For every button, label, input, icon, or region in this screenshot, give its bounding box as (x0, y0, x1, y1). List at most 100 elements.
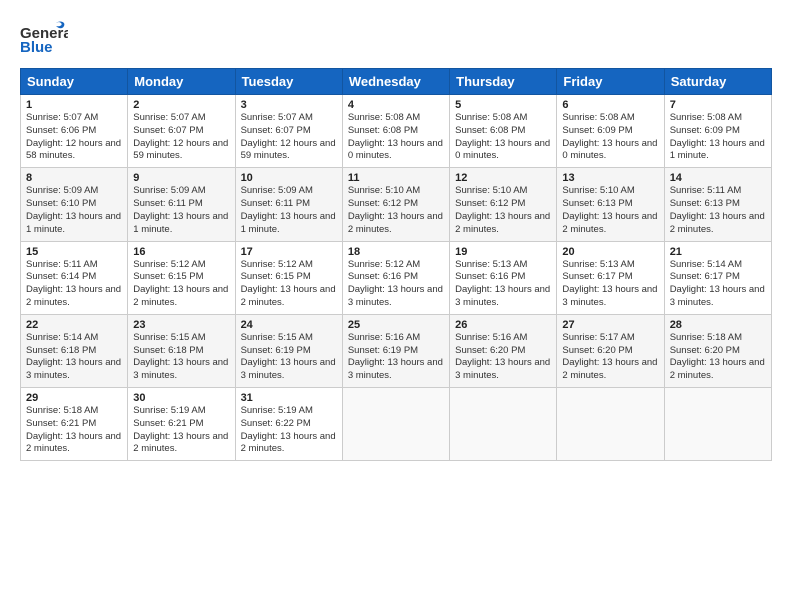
sunset-label: Sunset: 6:20 PM (670, 345, 740, 356)
sunrise-label: Sunrise: 5:19 AM (241, 405, 313, 416)
sunset-label: Sunset: 6:09 PM (562, 125, 632, 136)
calendar-cell (450, 388, 557, 461)
sunrise-label: Sunrise: 5:08 AM (455, 112, 527, 123)
sunset-label: Sunset: 6:11 PM (133, 198, 203, 209)
day-info: Sunrise: 5:08 AM Sunset: 6:09 PM Dayligh… (670, 112, 766, 163)
calendar-cell: 27 Sunrise: 5:17 AM Sunset: 6:20 PM Dayl… (557, 314, 664, 387)
calendar-cell: 29 Sunrise: 5:18 AM Sunset: 6:21 PM Dayl… (21, 388, 128, 461)
sunrise-label: Sunrise: 5:11 AM (670, 185, 742, 196)
daylight-label: Daylight: 13 hours and 2 minutes. (562, 211, 657, 235)
daylight-label: Daylight: 13 hours and 3 minutes. (348, 357, 443, 381)
calendar-cell: 9 Sunrise: 5:09 AM Sunset: 6:11 PM Dayli… (128, 168, 235, 241)
day-number: 3 (241, 99, 337, 111)
daylight-label: Daylight: 12 hours and 58 minutes. (26, 138, 121, 162)
daylight-label: Daylight: 13 hours and 2 minutes. (241, 284, 336, 308)
day-info: Sunrise: 5:11 AM Sunset: 6:14 PM Dayligh… (26, 259, 122, 310)
calendar-cell: 2 Sunrise: 5:07 AM Sunset: 6:07 PM Dayli… (128, 95, 235, 168)
day-info: Sunrise: 5:10 AM Sunset: 6:12 PM Dayligh… (348, 185, 444, 236)
sunset-label: Sunset: 6:09 PM (670, 125, 740, 136)
sunrise-label: Sunrise: 5:18 AM (670, 332, 742, 343)
day-number: 22 (26, 319, 122, 331)
calendar-week-row: 22 Sunrise: 5:14 AM Sunset: 6:18 PM Dayl… (21, 314, 772, 387)
day-info: Sunrise: 5:12 AM Sunset: 6:16 PM Dayligh… (348, 259, 444, 310)
calendar-cell: 13 Sunrise: 5:10 AM Sunset: 6:13 PM Dayl… (557, 168, 664, 241)
sunrise-label: Sunrise: 5:09 AM (26, 185, 98, 196)
daylight-label: Daylight: 13 hours and 1 minute. (241, 211, 336, 235)
day-number: 24 (241, 319, 337, 331)
sunrise-label: Sunrise: 5:08 AM (562, 112, 634, 123)
day-number: 15 (26, 246, 122, 258)
day-number: 5 (455, 99, 551, 111)
sunrise-label: Sunrise: 5:09 AM (241, 185, 313, 196)
sunrise-label: Sunrise: 5:16 AM (455, 332, 527, 343)
day-info: Sunrise: 5:15 AM Sunset: 6:18 PM Dayligh… (133, 332, 229, 383)
sunrise-label: Sunrise: 5:14 AM (670, 259, 742, 270)
sunrise-label: Sunrise: 5:10 AM (562, 185, 634, 196)
day-number: 2 (133, 99, 229, 111)
day-info: Sunrise: 5:10 AM Sunset: 6:13 PM Dayligh… (562, 185, 658, 236)
sunset-label: Sunset: 6:07 PM (133, 125, 203, 136)
svg-text:Blue: Blue (20, 39, 53, 56)
sunset-label: Sunset: 6:18 PM (133, 345, 203, 356)
sunrise-label: Sunrise: 5:14 AM (26, 332, 98, 343)
day-number: 31 (241, 392, 337, 404)
calendar-cell: 14 Sunrise: 5:11 AM Sunset: 6:13 PM Dayl… (664, 168, 771, 241)
sunrise-label: Sunrise: 5:15 AM (241, 332, 313, 343)
sunset-label: Sunset: 6:13 PM (670, 198, 740, 209)
calendar-week-row: 1 Sunrise: 5:07 AM Sunset: 6:06 PM Dayli… (21, 95, 772, 168)
daylight-label: Daylight: 13 hours and 2 minutes. (455, 211, 550, 235)
calendar-cell: 12 Sunrise: 5:10 AM Sunset: 6:12 PM Dayl… (450, 168, 557, 241)
sunset-label: Sunset: 6:07 PM (241, 125, 311, 136)
calendar-week-row: 15 Sunrise: 5:11 AM Sunset: 6:14 PM Dayl… (21, 241, 772, 314)
sunrise-label: Sunrise: 5:08 AM (348, 112, 420, 123)
daylight-label: Daylight: 13 hours and 0 minutes. (455, 138, 550, 162)
day-info: Sunrise: 5:17 AM Sunset: 6:20 PM Dayligh… (562, 332, 658, 383)
daylight-label: Daylight: 13 hours and 3 minutes. (455, 284, 550, 308)
daylight-label: Daylight: 13 hours and 3 minutes. (26, 357, 121, 381)
daylight-label: Daylight: 13 hours and 2 minutes. (26, 431, 121, 455)
calendar-cell: 1 Sunrise: 5:07 AM Sunset: 6:06 PM Dayli… (21, 95, 128, 168)
sunrise-label: Sunrise: 5:07 AM (133, 112, 205, 123)
daylight-label: Daylight: 13 hours and 3 minutes. (670, 284, 765, 308)
calendar-cell: 21 Sunrise: 5:14 AM Sunset: 6:17 PM Dayl… (664, 241, 771, 314)
daylight-label: Daylight: 13 hours and 0 minutes. (348, 138, 443, 162)
sunrise-label: Sunrise: 5:08 AM (670, 112, 742, 123)
sunset-label: Sunset: 6:19 PM (348, 345, 418, 356)
sunrise-label: Sunrise: 5:09 AM (133, 185, 205, 196)
day-info: Sunrise: 5:09 AM Sunset: 6:11 PM Dayligh… (241, 185, 337, 236)
calendar-cell: 19 Sunrise: 5:13 AM Sunset: 6:16 PM Dayl… (450, 241, 557, 314)
calendar-cell: 18 Sunrise: 5:12 AM Sunset: 6:16 PM Dayl… (342, 241, 449, 314)
day-info: Sunrise: 5:08 AM Sunset: 6:08 PM Dayligh… (455, 112, 551, 163)
day-header-wednesday: Wednesday (342, 69, 449, 95)
day-number: 30 (133, 392, 229, 404)
sunset-label: Sunset: 6:21 PM (133, 418, 203, 429)
day-info: Sunrise: 5:15 AM Sunset: 6:19 PM Dayligh… (241, 332, 337, 383)
calendar-cell (664, 388, 771, 461)
day-info: Sunrise: 5:08 AM Sunset: 6:08 PM Dayligh… (348, 112, 444, 163)
sunset-label: Sunset: 6:16 PM (455, 271, 525, 282)
day-info: Sunrise: 5:16 AM Sunset: 6:19 PM Dayligh… (348, 332, 444, 383)
sunset-label: Sunset: 6:12 PM (348, 198, 418, 209)
sunrise-label: Sunrise: 5:10 AM (455, 185, 527, 196)
day-number: 23 (133, 319, 229, 331)
day-info: Sunrise: 5:13 AM Sunset: 6:17 PM Dayligh… (562, 259, 658, 310)
logo: General Blue (20, 18, 68, 58)
calendar-cell (342, 388, 449, 461)
daylight-label: Daylight: 13 hours and 2 minutes. (348, 211, 443, 235)
day-info: Sunrise: 5:10 AM Sunset: 6:12 PM Dayligh… (455, 185, 551, 236)
calendar-cell: 3 Sunrise: 5:07 AM Sunset: 6:07 PM Dayli… (235, 95, 342, 168)
calendar-cell: 11 Sunrise: 5:10 AM Sunset: 6:12 PM Dayl… (342, 168, 449, 241)
calendar-header-row: SundayMondayTuesdayWednesdayThursdayFrid… (21, 69, 772, 95)
day-info: Sunrise: 5:14 AM Sunset: 6:17 PM Dayligh… (670, 259, 766, 310)
calendar-week-row: 8 Sunrise: 5:09 AM Sunset: 6:10 PM Dayli… (21, 168, 772, 241)
calendar-cell: 31 Sunrise: 5:19 AM Sunset: 6:22 PM Dayl… (235, 388, 342, 461)
day-header-sunday: Sunday (21, 69, 128, 95)
sunrise-label: Sunrise: 5:13 AM (455, 259, 527, 270)
sunrise-label: Sunrise: 5:17 AM (562, 332, 634, 343)
daylight-label: Daylight: 13 hours and 1 minute. (670, 138, 765, 162)
day-number: 7 (670, 99, 766, 111)
calendar-cell: 5 Sunrise: 5:08 AM Sunset: 6:08 PM Dayli… (450, 95, 557, 168)
day-number: 14 (670, 172, 766, 184)
calendar-cell: 25 Sunrise: 5:16 AM Sunset: 6:19 PM Dayl… (342, 314, 449, 387)
calendar-cell: 20 Sunrise: 5:13 AM Sunset: 6:17 PM Dayl… (557, 241, 664, 314)
